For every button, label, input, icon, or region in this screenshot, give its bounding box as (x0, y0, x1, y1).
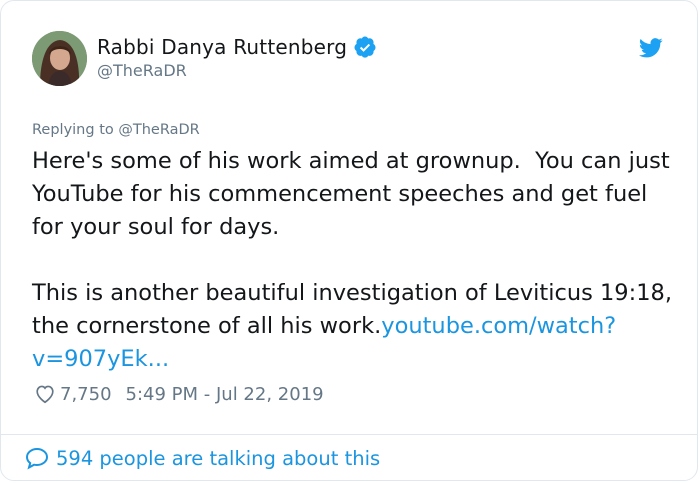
heart-icon[interactable] (34, 383, 56, 405)
author-handle[interactable]: @TheRaDR (97, 61, 187, 80)
tweet-paragraph-1: Here's some of his work aimed at grownup… (32, 148, 677, 240)
speech-bubble-icon (25, 447, 49, 470)
tweet-card: Rabbi Danya Ruttenberg @TheRaDR Replying… (0, 0, 698, 481)
replying-to-handle-link[interactable]: @TheRaDR (118, 122, 199, 138)
talking-count-text[interactable]: 594 people are talking about this (56, 447, 380, 470)
tweet-header: Rabbi Danya Ruttenberg @TheRaDR (32, 31, 667, 91)
verified-badge-icon (354, 36, 376, 58)
twitter-bird-icon[interactable] (639, 37, 663, 59)
like-count[interactable]: 7,750 (60, 384, 112, 405)
conversation-link[interactable]: 594 people are talking about this (24, 446, 380, 470)
tweet-text: Here's some of his work aimed at grownup… (32, 145, 682, 376)
tweet-meta: 7,750 5:49 PM - Jul 22, 2019 (34, 383, 324, 405)
avatar[interactable] (32, 31, 87, 86)
author-name[interactable]: Rabbi Danya Ruttenberg (97, 35, 347, 59)
author-name-row[interactable]: Rabbi Danya Ruttenberg (97, 35, 377, 59)
tweet-timestamp[interactable]: 5:49 PM - Jul 22, 2019 (126, 384, 324, 405)
replying-to-prefix: Replying to (32, 122, 119, 138)
replying-to: Replying to @TheRaDR (32, 122, 200, 138)
divider (1, 434, 697, 435)
avatar-portrait-icon (32, 31, 87, 86)
